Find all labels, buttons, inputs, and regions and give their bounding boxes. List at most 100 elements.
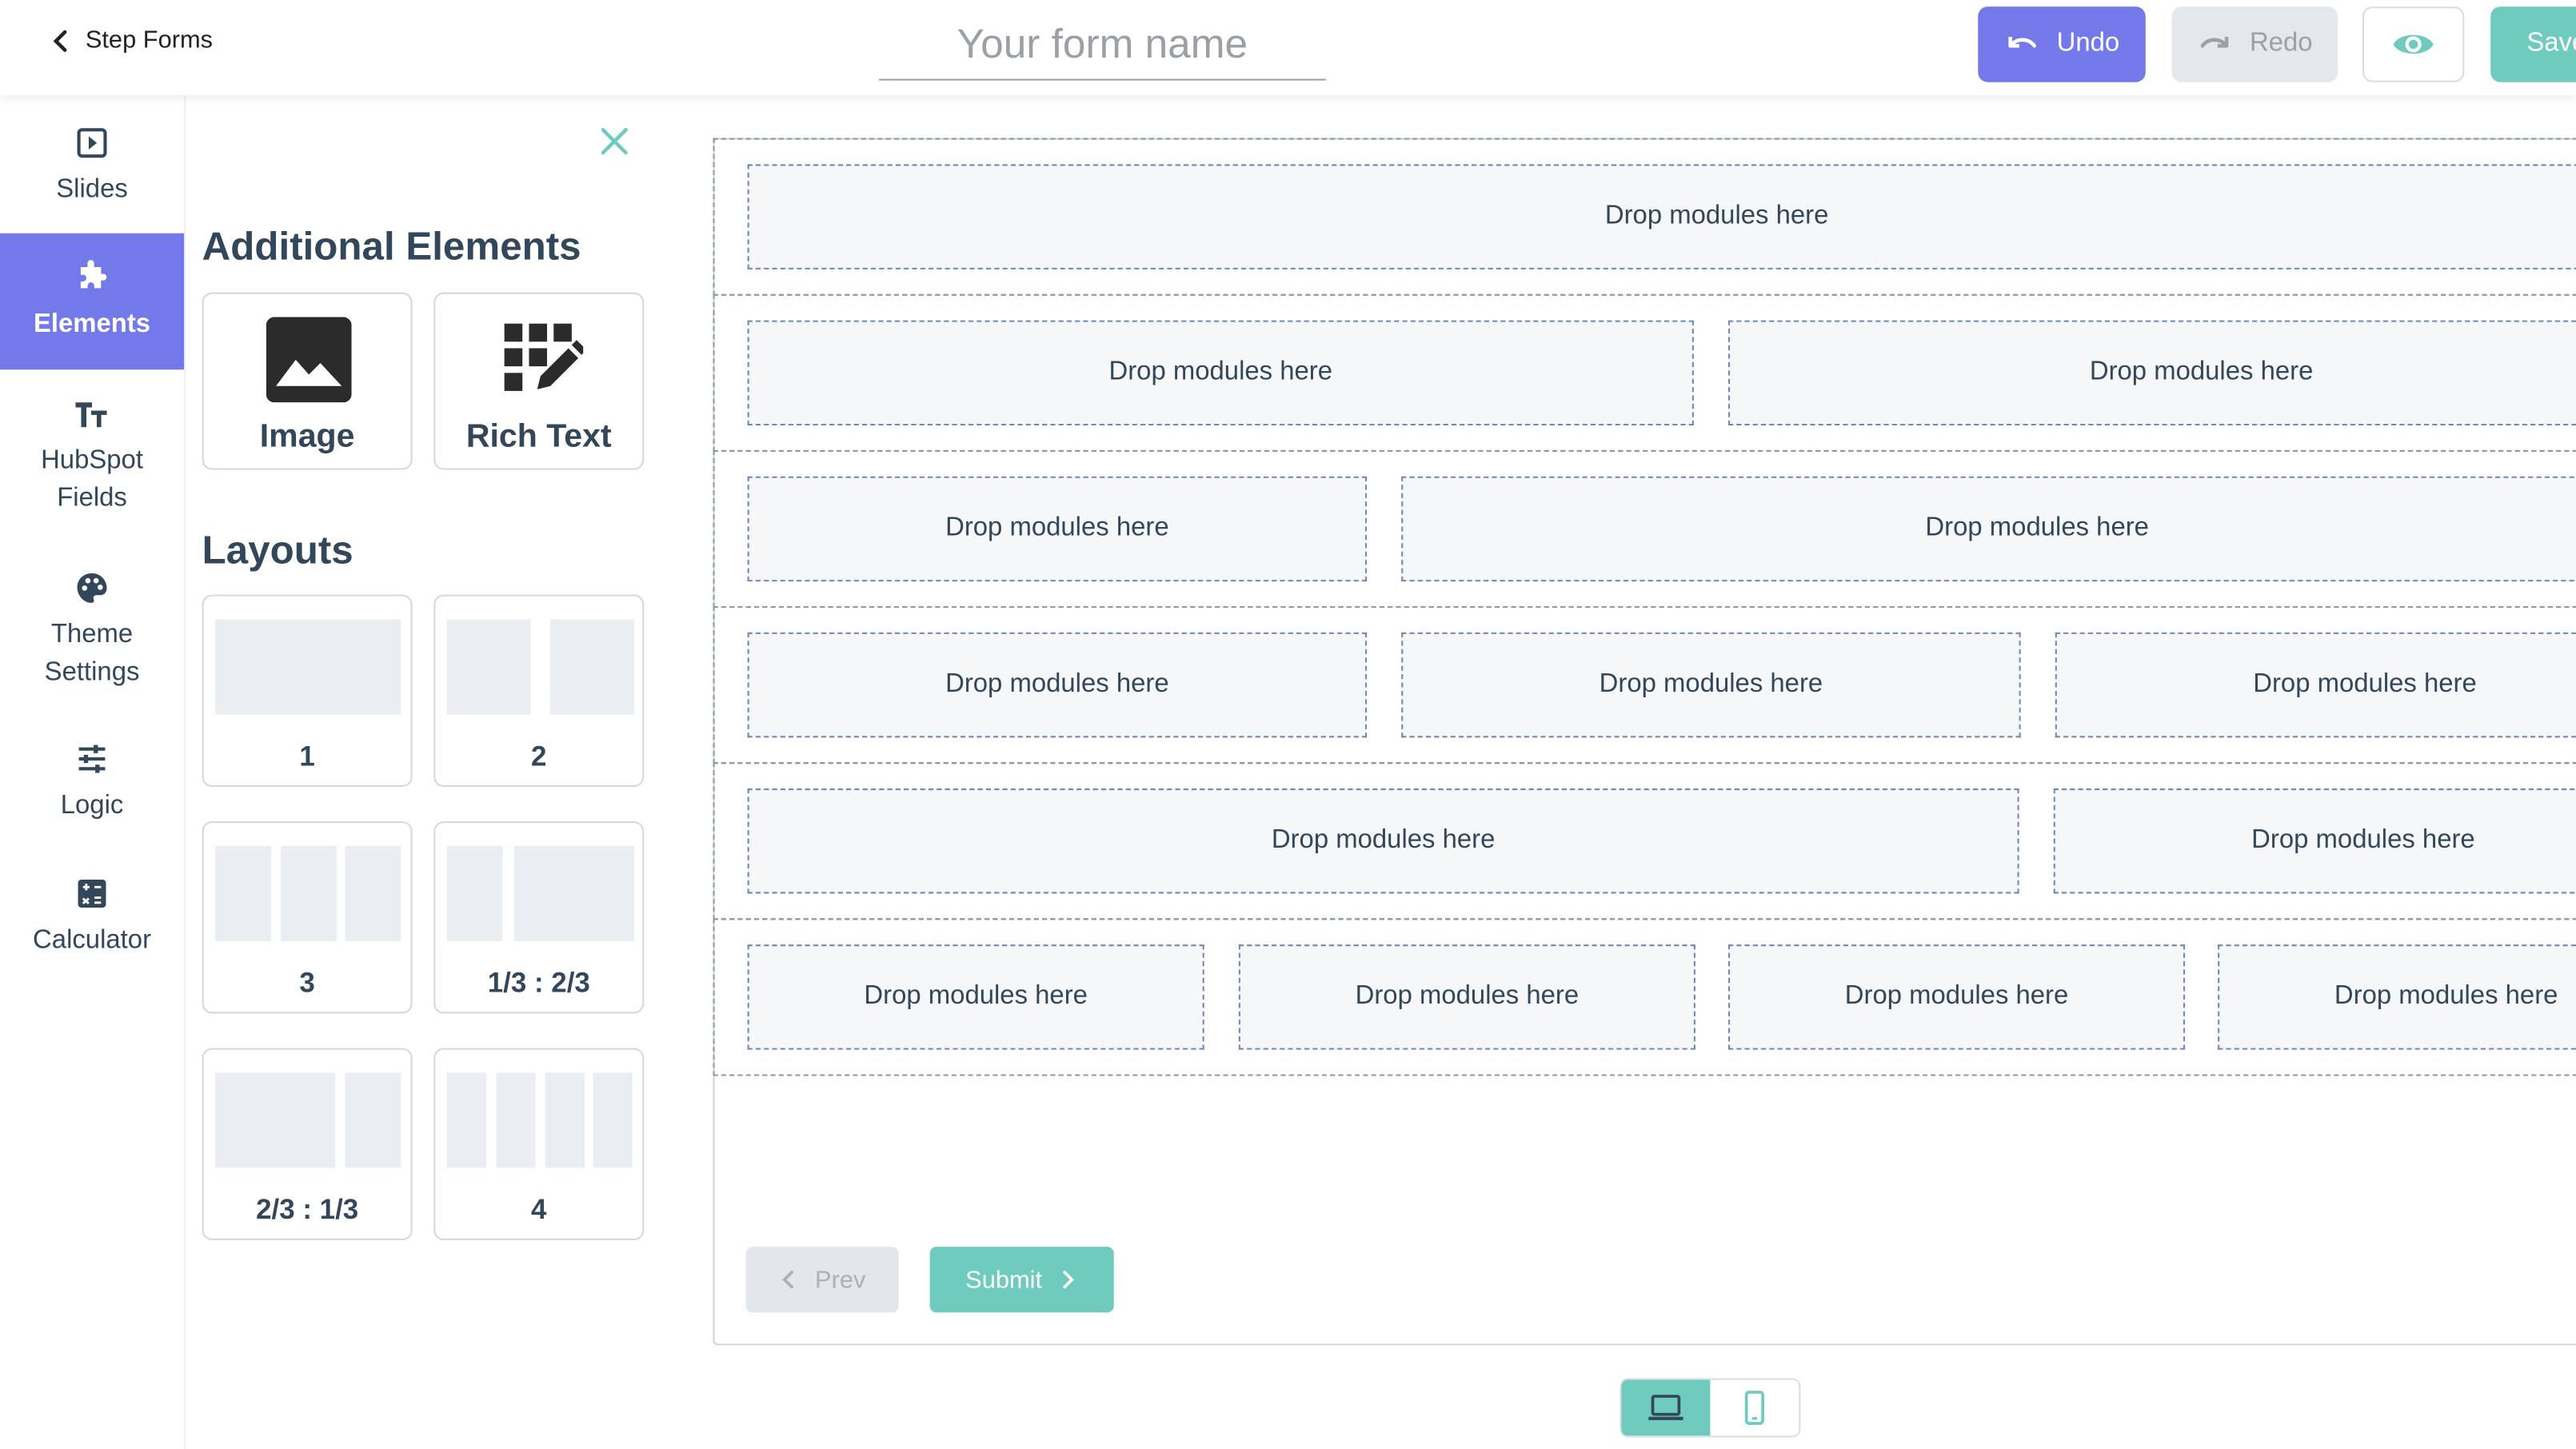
- layout-tile-label: 2/3 : 1/3: [256, 1194, 359, 1226]
- drop-zone-text: Drop modules here: [1604, 202, 1829, 230]
- drop-zone[interactable]: Drop modules here: [747, 632, 1368, 738]
- layout-preview-block: [496, 1072, 536, 1168]
- nav-item-logic[interactable]: Logic: [0, 711, 184, 849]
- form-name-input[interactable]: [878, 10, 1326, 81]
- layout-row[interactable]: Drop modules here Drop modules here Drop…: [713, 918, 2576, 1076]
- drop-zone-text: Drop modules here: [1925, 513, 2149, 542]
- drop-zone-text: Drop modules here: [945, 513, 1169, 542]
- undo-icon: [2008, 37, 2036, 48]
- drop-zone-text: Drop modules here: [1599, 670, 1823, 699]
- drop-zone-text: Drop modules here: [2334, 982, 2558, 1011]
- layout-row[interactable]: Drop modules here Drop modules here Drop…: [713, 605, 2576, 764]
- calculator-icon: [74, 876, 110, 912]
- element-tile-image[interactable]: Image: [202, 292, 413, 470]
- layout-preview-block: [215, 619, 401, 715]
- layout-tile-2-3-1-3[interactable]: 2/3 : 1/3: [202, 1048, 413, 1240]
- drop-zone-text: Drop modules here: [945, 670, 1169, 699]
- drop-zone-text: Drop modules here: [1844, 982, 2069, 1011]
- layout-preview-block: [215, 1072, 336, 1168]
- layout-tile-label: 3: [299, 967, 315, 999]
- layout-preview-block: [446, 845, 503, 942]
- desktop-view-button[interactable]: [1621, 1379, 1711, 1436]
- layout-preview-block: [345, 845, 401, 942]
- layout-tile-label: 1: [299, 740, 315, 772]
- laptop-icon: [1648, 1395, 1683, 1420]
- device-toggle: [1619, 1378, 1801, 1438]
- layout-preview-block: [513, 845, 634, 942]
- nav-item-calculator[interactable]: Calculator: [0, 849, 184, 988]
- drop-zone-text: Drop modules here: [1108, 357, 1333, 386]
- elements-panel: Additional Elements Image Rich Text Layo…: [186, 95, 669, 1449]
- nav-item-label: Slides: [56, 175, 128, 204]
- slides-icon: [74, 125, 110, 161]
- save-button[interactable]: Save: [2490, 6, 2576, 82]
- nav-item-label: Elements: [33, 310, 151, 339]
- back-link[interactable]: Step Forms: [50, 26, 213, 54]
- chevron-right-icon: [1063, 1271, 1075, 1289]
- drop-zone[interactable]: Drop modules here: [747, 944, 1204, 1050]
- palette-icon: [74, 570, 110, 606]
- text-format-icon: [74, 396, 110, 432]
- additional-elements-title: Additional Elements: [202, 225, 581, 269]
- redo-button[interactable]: Redo: [2171, 6, 2338, 82]
- mobile-view-button[interactable]: [1710, 1380, 1799, 1436]
- layout-preview-block: [545, 1072, 585, 1168]
- element-tile-label: Rich Text: [465, 418, 612, 456]
- layout-tile-1-3-2-3[interactable]: 1/3 : 2/3: [433, 821, 645, 1014]
- layout-row[interactable]: Drop modules here: [713, 138, 2576, 296]
- layout-preview-block: [550, 619, 634, 715]
- layout-row[interactable]: Drop modules here Drop modules here: [713, 762, 2576, 920]
- drop-zone-text: Drop modules here: [1271, 826, 1496, 855]
- nav-item-label: Calculator: [33, 926, 152, 955]
- drop-zone[interactable]: Drop modules here: [747, 788, 2019, 894]
- layouts-title: Layouts: [202, 529, 353, 573]
- image-icon: [266, 317, 352, 403]
- submit-label: Submit: [965, 1265, 1043, 1294]
- top-bar: Step Forms Undo Redo Save: [0, 0, 2576, 96]
- preview-button[interactable]: [2362, 6, 2465, 82]
- layout-preview-block: [215, 845, 271, 942]
- drop-zone-text: Drop modules here: [2089, 357, 2314, 386]
- layout-tile-3[interactable]: 3: [202, 821, 413, 1014]
- drop-zone[interactable]: Drop modules here: [2053, 788, 2576, 894]
- drop-zone[interactable]: Drop modules here: [1401, 476, 2576, 582]
- prev-label: Prev: [815, 1265, 866, 1294]
- drop-zone[interactable]: Drop modules here: [747, 164, 2576, 269]
- nav-item-hubspot-fields[interactable]: HubSpot Fields: [0, 369, 184, 541]
- drop-zone[interactable]: Drop modules here: [2055, 632, 2576, 738]
- drop-zone[interactable]: Drop modules here: [1401, 632, 2021, 738]
- drop-zone[interactable]: Drop modules here: [2218, 944, 2576, 1050]
- chevron-left-icon: [782, 1271, 794, 1289]
- drop-zone-text: Drop modules here: [2251, 826, 2475, 855]
- nav-item-theme-settings[interactable]: Theme Settings: [0, 541, 184, 712]
- chevron-left-icon: [53, 29, 67, 51]
- layout-preview-block: [446, 1072, 487, 1168]
- mobile-icon: [1744, 1391, 1765, 1425]
- sliders-icon: [74, 740, 110, 776]
- drop-zone[interactable]: Drop modules here: [747, 476, 1368, 582]
- layout-preview-block: [345, 1072, 401, 1168]
- prev-button[interactable]: Prev: [745, 1247, 899, 1313]
- layout-preview-block: [446, 619, 531, 715]
- drop-zone[interactable]: Drop modules here: [747, 320, 1694, 426]
- save-label: Save: [2526, 29, 2576, 58]
- close-icon[interactable]: [598, 125, 631, 158]
- layout-row[interactable]: Drop modules here Drop modules here: [713, 449, 2576, 609]
- drop-zone[interactable]: Drop modules here: [1728, 320, 2576, 426]
- element-tile-rich-text[interactable]: Rich Text: [433, 292, 645, 470]
- nav-item-label: Logic: [60, 792, 124, 820]
- redo-label: Redo: [2249, 29, 2313, 58]
- layout-tile-4[interactable]: 4: [433, 1048, 645, 1240]
- nav-item-slides[interactable]: Slides: [0, 95, 184, 234]
- form-canvas: Drop modules here Drop modules here Drop…: [667, 95, 2576, 1449]
- eye-icon: [2393, 34, 2434, 54]
- drop-zone[interactable]: Drop modules here: [1728, 944, 2186, 1050]
- nav-item-elements[interactable]: Elements: [0, 233, 185, 370]
- undo-button[interactable]: Undo: [1978, 6, 2146, 82]
- layout-tile-2[interactable]: 2: [433, 594, 645, 787]
- drop-zone-text: Drop modules here: [1355, 982, 1580, 1011]
- layout-row[interactable]: Drop modules here Drop modules here: [713, 293, 2576, 452]
- layout-tile-1[interactable]: 1: [202, 594, 413, 787]
- submit-button[interactable]: Submit: [929, 1247, 1114, 1313]
- drop-zone[interactable]: Drop modules here: [1238, 944, 1695, 1050]
